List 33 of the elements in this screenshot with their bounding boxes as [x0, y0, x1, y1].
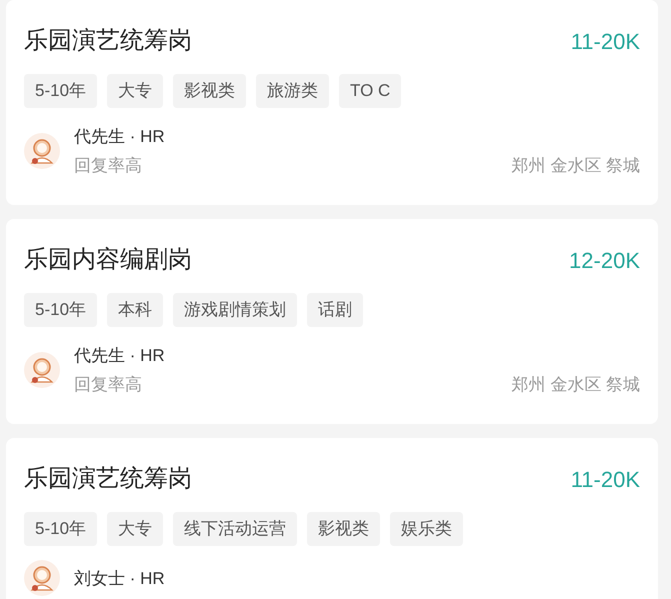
job-card[interactable]: 乐园演艺统筹岗 11-20K 5-10年 大专 线下活动运营 影视类 娱乐类 刘女士 · HR: [6, 438, 658, 599]
reply-rate: 回复率高: [74, 374, 143, 396]
tag: 影视类: [307, 512, 380, 546]
reply-rate: 回复率高: [74, 155, 143, 177]
tag: 话剧: [307, 293, 364, 327]
recruiter-name: 刘女士 · HR: [74, 568, 165, 590]
tag: 大专: [107, 512, 164, 546]
recruiter-name: 代先生 · HR: [74, 126, 165, 148]
tag: 5-10年: [24, 74, 98, 108]
salary: 11-20K: [570, 466, 640, 494]
tag: 影视类: [173, 74, 246, 108]
tag: 旅游类: [256, 74, 330, 108]
job-title: 乐园演艺统筹岗: [24, 26, 192, 56]
job-location: 郑州 金水区 祭城: [512, 155, 640, 177]
tag: 本科: [107, 293, 164, 327]
job-card[interactable]: 乐园内容编剧岗 12-20K 5-10年 本科 游戏剧情策划 话剧 代先生 · HR 回复率高 郑州 金水区 祭城: [6, 219, 658, 424]
tag: 大专: [107, 74, 164, 108]
tag: TO C: [339, 74, 402, 108]
job-location: 郑州 金水区 祭城: [512, 374, 640, 396]
job-card[interactable]: 乐园演艺统筹岗 11-20K 5-10年 大专 影视类 旅游类 TO C 代先生 · HR 回复率高 郑州 金水区 祭城: [6, 0, 658, 205]
avatar-icon: [24, 560, 60, 596]
avatar-icon: [24, 352, 60, 388]
salary: 11-20K: [570, 28, 640, 56]
tag: 游戏剧情策划: [173, 293, 298, 327]
tag: 线下活动运营: [173, 512, 298, 546]
avatar-icon: [24, 133, 60, 169]
salary: 12-20K: [569, 246, 640, 274]
job-title: 乐园演艺统筹岗: [24, 464, 192, 494]
tag: 娱乐类: [390, 512, 464, 546]
tag: 5-10年: [24, 512, 98, 546]
tag: 5-10年: [24, 293, 98, 327]
job-title: 乐园内容编剧岗: [24, 245, 192, 275]
recruiter-name: 代先生 · HR: [74, 345, 165, 367]
